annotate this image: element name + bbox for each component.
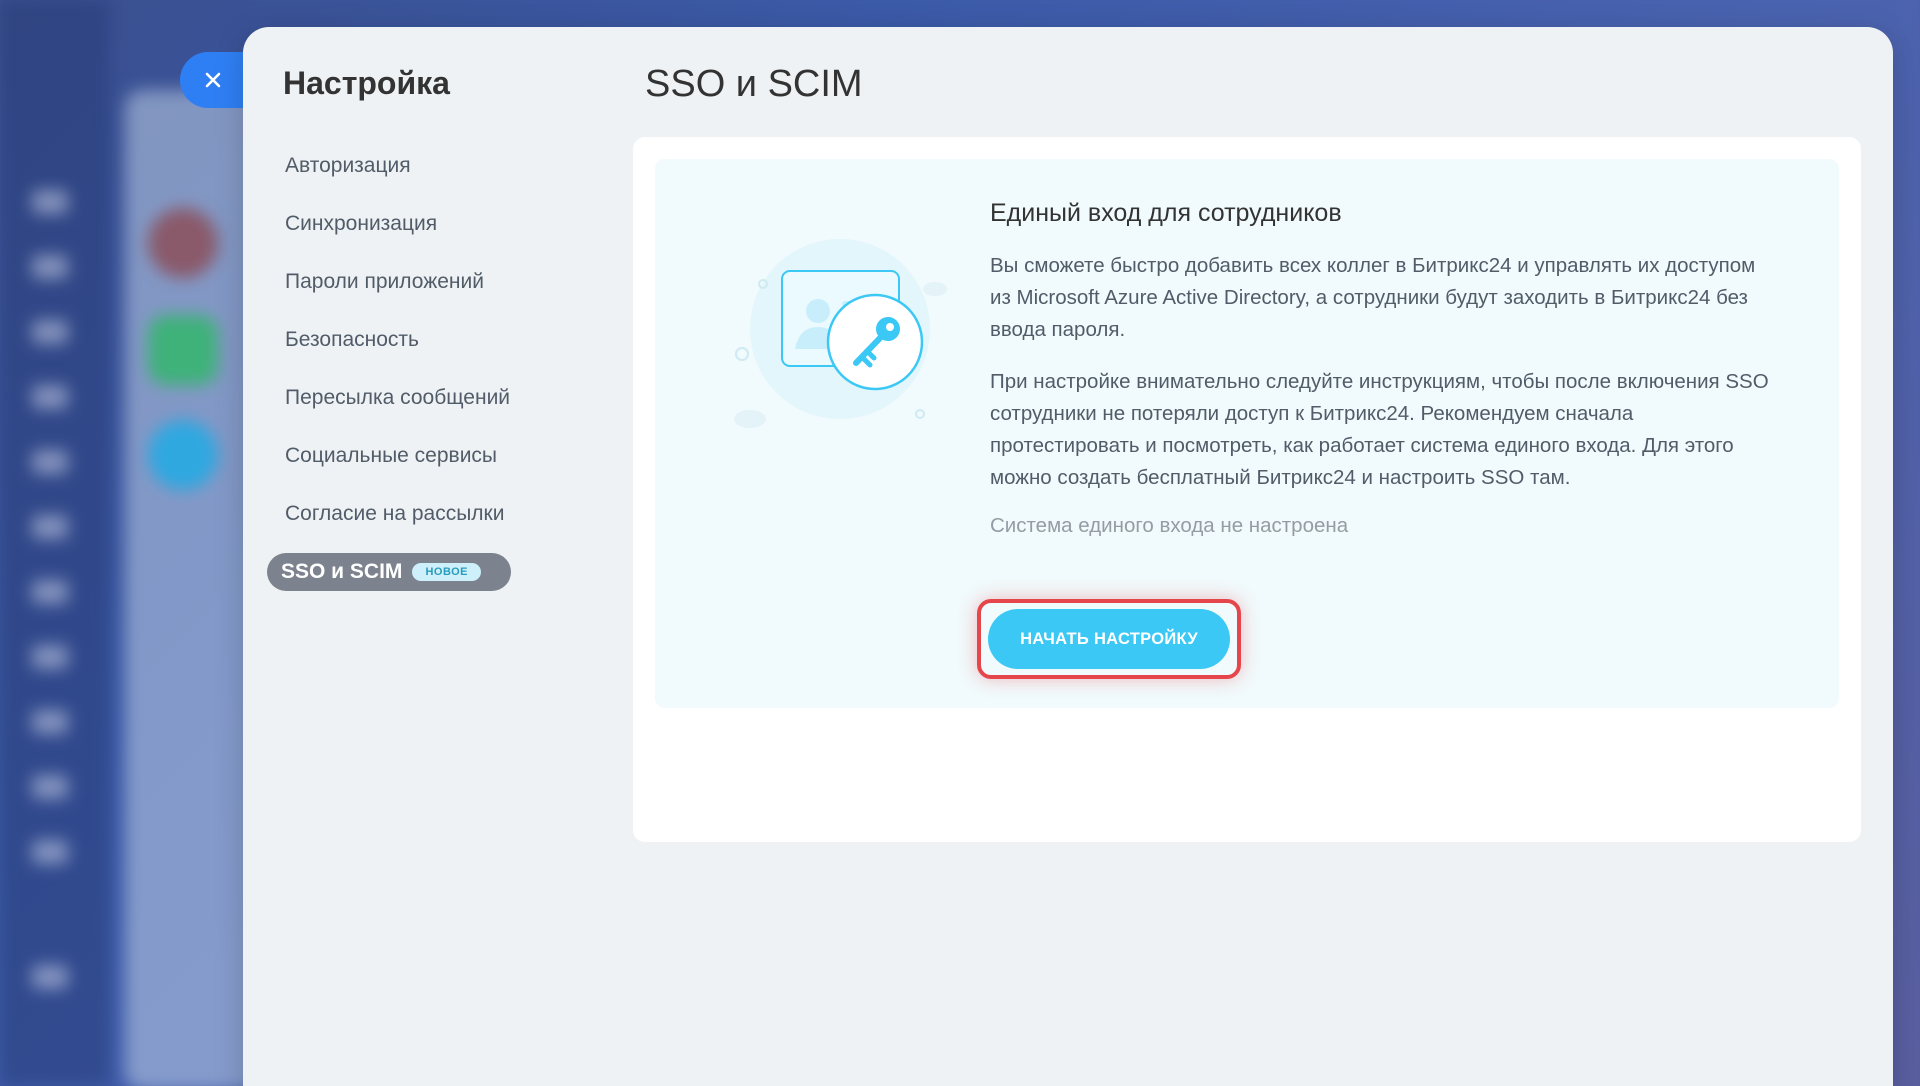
background-avatar xyxy=(148,315,218,385)
card-paragraph-intro: Вы сможете быстро добавить всех коллег в… xyxy=(990,254,1756,341)
background-rail-icon xyxy=(32,385,68,409)
menu-item-label: Социальные сервисы xyxy=(285,444,498,467)
close-icon xyxy=(205,72,221,88)
menu-item-security[interactable]: Безопасность xyxy=(267,321,517,359)
menu-item-mailing-consent[interactable]: Согласие на рассылки xyxy=(267,495,517,533)
background-rail-icon xyxy=(32,965,68,989)
background-rail-icon xyxy=(32,190,68,214)
card-heading: Единый вход для сотрудников xyxy=(990,199,1342,227)
background-rail-icon xyxy=(32,840,68,864)
menu-item-label: Безопасность xyxy=(285,328,419,351)
sso-description: Единый вход для сотрудников Вы сможете б… xyxy=(990,199,1780,538)
menu-item-label: Пересылка сообщений xyxy=(285,386,511,409)
menu-item-sso-scim[interactable]: SSO и SCIM НОВОЕ xyxy=(267,553,511,591)
menu-item-label: SSO и SCIM xyxy=(281,560,403,583)
page-title: SSO и SCIM xyxy=(645,63,863,105)
sso-status-text: Система единого входа не настроена xyxy=(990,514,1349,537)
background-rail-icon xyxy=(32,255,68,279)
background-avatar xyxy=(148,420,218,490)
settings-slider: Настройка Авторизация Синхронизация Паро… xyxy=(243,27,1893,1086)
sso-info-panel: Единый вход для сотрудников Вы сможете б… xyxy=(655,159,1839,708)
background-rail-icon xyxy=(32,515,68,539)
sidebar-title: Настройка xyxy=(283,65,450,101)
user-card-key-illustration xyxy=(734,239,947,428)
menu-item-message-forwarding[interactable]: Пересылка сообщений xyxy=(267,379,517,417)
new-badge: НОВОЕ xyxy=(412,563,482,581)
highlight-frame: НАЧАТЬ НАСТРОЙКУ xyxy=(977,599,1241,679)
start-setup-button[interactable]: НАЧАТЬ НАСТРОЙКУ xyxy=(988,609,1230,669)
content-card: Единый вход для сотрудников Вы сможете б… xyxy=(633,137,1861,842)
background-rail-icon xyxy=(32,775,68,799)
background-left-rail xyxy=(0,0,110,1086)
menu-item-social-services[interactable]: Социальные сервисы xyxy=(267,437,517,475)
background-rail-icon xyxy=(32,450,68,474)
background-rail-icon xyxy=(32,580,68,604)
background-rail-icon xyxy=(32,645,68,669)
background-avatar xyxy=(148,208,218,278)
background-rail-icon xyxy=(32,320,68,344)
menu-item-app-passwords[interactable]: Пароли приложений xyxy=(267,263,517,301)
menu-item-authorization[interactable]: Авторизация xyxy=(267,147,517,185)
menu-item-label: Авторизация xyxy=(285,154,411,177)
background-rail-icon xyxy=(32,710,68,734)
card-paragraph-warning: При настройке внимательно следуйте инстр… xyxy=(990,370,1769,489)
menu-item-label: Синхронизация xyxy=(285,212,438,235)
menu-item-label: Согласие на рассылки xyxy=(285,502,505,525)
menu-item-sync[interactable]: Синхронизация xyxy=(267,205,517,243)
menu-item-label: Пароли приложений xyxy=(285,270,484,293)
settings-menu: Авторизация Синхронизация Пароли приложе… xyxy=(267,147,517,611)
